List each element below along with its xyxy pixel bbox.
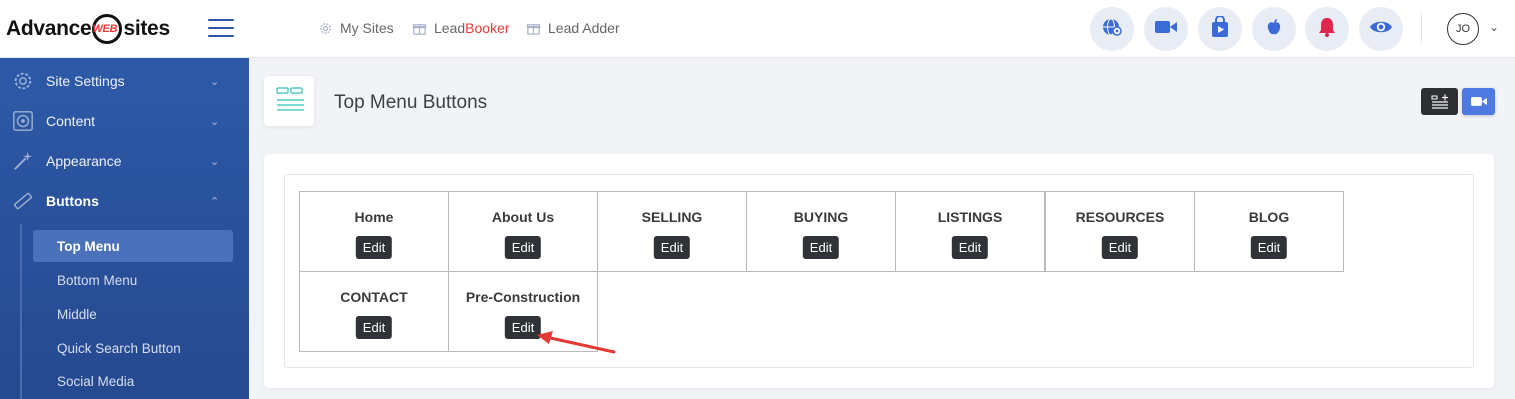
menu-button-about-us: About Us Edit [448,191,598,272]
menu-button-name: Pre-Construction [465,289,581,305]
chevron-down-icon[interactable]: ⌄ [1489,20,1499,34]
page-title: Top Menu Buttons [334,92,488,113]
apple-button[interactable] [1252,7,1296,51]
menu-button-contact: CONTACT Edit [299,271,449,352]
menu-button-name: BLOG [1248,209,1290,225]
video-tutorial-button[interactable] [1462,88,1495,115]
disc-icon [13,111,33,131]
list-add-icon [1431,94,1448,109]
menu-button-name: LISTINGS [937,209,1003,225]
my-sites-label: My Sites [340,20,394,36]
globe-settings-icon [1100,15,1124,44]
bell-icon [1318,17,1336,42]
top-bar: Advance WEB sites My Sites LeadBooker Le… [0,0,1515,58]
video-button[interactable] [1144,7,1188,51]
edit-button[interactable]: Edit [653,236,691,259]
hamburger-menu-icon[interactable] [208,19,234,39]
video-camera-icon [1154,18,1178,41]
sidebar-item-content[interactable]: Content ⌄ [0,101,249,141]
brand-logo[interactable]: Advance WEB sites [6,12,170,46]
sidebar-item-buttons[interactable]: Buttons ⌃ [0,181,249,221]
menu-button-selling: SELLING Edit [597,191,747,272]
edit-button[interactable]: Edit [355,316,393,339]
logo-text-left: Advance [6,17,92,40]
eye-icon [1369,19,1393,40]
menu-button-name: SELLING [641,209,703,225]
edit-button[interactable]: Edit [951,236,989,259]
sidebar-item-label: Appearance [46,153,122,169]
leadbooker-link[interactable]: LeadBooker [412,20,510,36]
edit-button[interactable]: Edit [504,236,542,259]
menu-button-name: Home [354,209,394,225]
sidebar: Site Settings ⌄ Content ⌄ Appearance ⌄ B… [0,58,249,399]
menu-button-home: Home Edit [299,191,449,272]
my-sites-link[interactable]: My Sites [318,20,394,36]
submenu-line [20,224,22,399]
menu-button-name: CONTACT [340,289,408,305]
topbar-divider [1421,13,1422,43]
gift-icon [526,21,541,36]
logo-text-mid: WEB [92,23,118,35]
menu-button-pre-construction: Pre-Construction Edit [448,271,598,352]
lead-adder-label: Lead Adder [548,20,620,36]
menu-button-blog: BLOG Edit [1194,191,1344,272]
magic-wand-icon [14,151,33,170]
edit-button[interactable]: Edit [1250,236,1288,259]
chevron-up-icon: ⌃ [210,195,220,208]
menu-button-buying: BUYING Edit [746,191,896,272]
edit-button[interactable]: Edit [504,316,542,339]
sidebar-item-label: Content [46,113,96,129]
video-camera-icon [1470,97,1487,106]
sidebar-item-label: Buttons [46,193,99,209]
apple-icon [1266,18,1282,41]
logo-text-right: sites [123,17,170,40]
preview-button[interactable] [1359,7,1403,51]
user-avatar[interactable]: JO [1447,13,1479,45]
menu-button-name: BUYING [793,209,849,225]
menu-layout-icon [276,87,304,111]
globe-settings-button[interactable] [1090,7,1134,51]
edit-button[interactable]: Edit [355,236,393,259]
add-menu-item-button[interactable] [1421,88,1458,115]
shopping-bag-button[interactable] [1198,7,1242,51]
shopping-bag-icon [1210,14,1230,43]
page-icon [264,76,314,126]
notifications-button[interactable] [1305,7,1349,51]
sidebar-subitem-middle[interactable]: Middle [33,298,233,330]
menu-button-name: RESOURCES [1075,209,1165,225]
sidebar-item-site-settings[interactable]: Site Settings ⌄ [0,61,249,101]
chevron-down-icon: ⌄ [210,115,220,128]
menu-button-resources: RESOURCES Edit [1045,191,1195,272]
menu-button-name: About Us [491,209,555,225]
menu-button-listings: LISTINGS Edit [895,191,1045,272]
sidebar-subitem-social-media[interactable]: Social Media [33,365,233,397]
gear-icon [318,21,333,36]
gear-icon [14,72,32,90]
edit-button[interactable]: Edit [802,236,840,259]
chevron-down-icon: ⌄ [210,155,220,168]
edit-button[interactable]: Edit [1101,236,1139,259]
sidebar-subitem-top-menu[interactable]: Top Menu [33,230,233,262]
sidebar-subitem-bottom-menu[interactable]: Bottom Menu [33,264,233,296]
pencil-icon [13,192,33,210]
gift-icon [412,21,427,36]
sidebar-item-appearance[interactable]: Appearance ⌄ [0,141,249,181]
leadbooker-label: LeadBooker [434,20,510,36]
logo-web-circle: WEB [92,14,123,44]
sidebar-subitem-quick-search-button[interactable]: Quick Search Button [33,332,233,364]
sidebar-item-label: Site Settings [46,73,125,89]
chevron-down-icon: ⌄ [210,75,220,88]
lead-adder-link[interactable]: Lead Adder [526,20,620,36]
